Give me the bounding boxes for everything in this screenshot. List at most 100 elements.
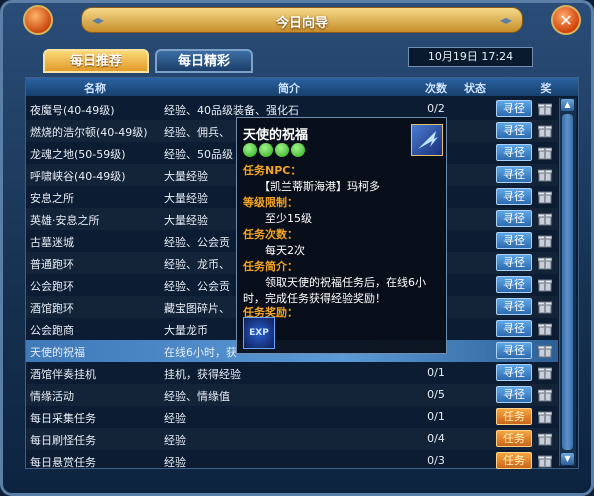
row-desc: 在线6小时，获 bbox=[164, 346, 237, 359]
row-count: 0/4 bbox=[427, 432, 445, 445]
row-desc: 大量经验 bbox=[164, 192, 208, 205]
reward-gift-icon[interactable] bbox=[538, 387, 552, 402]
row-name: 情缘活动 bbox=[30, 390, 74, 403]
reward-gift-icon[interactable] bbox=[538, 255, 552, 270]
row-desc: 经验、公会贡 bbox=[164, 280, 230, 293]
reward-gift-icon[interactable] bbox=[538, 277, 552, 292]
difficulty-stars bbox=[243, 143, 307, 160]
reward-gift-icon[interactable] bbox=[538, 123, 552, 138]
reward-gift-icon[interactable] bbox=[538, 233, 552, 248]
reward-gift-icon[interactable] bbox=[538, 211, 552, 226]
scroll-down-icon[interactable]: ▼ bbox=[561, 453, 574, 465]
row-count: 0/5 bbox=[427, 388, 445, 401]
level-value: 至少15级 bbox=[265, 212, 312, 225]
reward-gift-icon[interactable] bbox=[538, 453, 552, 468]
row-desc: 大量龙币 bbox=[164, 324, 208, 337]
close-button[interactable]: ✕ bbox=[551, 5, 581, 35]
quest-tooltip: 天使的祝福 任务NPC： 【凯兰蒂斯海港】玛柯多 等级限制： 至少15级 任务次… bbox=[236, 117, 447, 354]
reward-gift-icon[interactable] bbox=[538, 409, 552, 424]
row-name: 每日采集任务 bbox=[30, 412, 96, 425]
reward-gift-icon[interactable] bbox=[538, 145, 552, 160]
row-desc: 经验、公会贡 bbox=[164, 236, 230, 249]
row-name: 古墓迷城 bbox=[30, 236, 74, 249]
row-name: 公会跑商 bbox=[30, 324, 74, 337]
row-name: 夜魔号(40-49级) bbox=[30, 104, 115, 117]
times-label: 任务次数： bbox=[243, 228, 298, 241]
tooltip-title: 天使的祝福 bbox=[243, 128, 309, 143]
col-status: 状态 bbox=[464, 82, 486, 95]
row-name: 普通跑环 bbox=[30, 258, 74, 271]
level-label: 等级限制： bbox=[243, 196, 298, 209]
row-name: 每日刷怪任务 bbox=[30, 434, 96, 447]
task-button[interactable]: 任务 bbox=[496, 430, 532, 447]
row-name: 公会跑环 bbox=[30, 280, 74, 293]
reward-gift-icon[interactable] bbox=[538, 365, 552, 380]
row-count: 0/1 bbox=[427, 410, 445, 423]
col-reward: 奖 bbox=[540, 82, 552, 95]
pathfind-button[interactable]: 寻径 bbox=[496, 254, 532, 271]
reward-gift-icon[interactable] bbox=[538, 189, 552, 204]
pathfind-button[interactable]: 寻径 bbox=[496, 122, 532, 139]
row-name: 每日悬赏任务 bbox=[30, 456, 96, 469]
menu-orb-button[interactable] bbox=[23, 5, 53, 35]
table-row[interactable]: 每日刷怪任务 经验 0/4 任务 bbox=[26, 428, 558, 450]
pathfind-button[interactable]: 寻径 bbox=[496, 232, 532, 249]
tab-daily-highlights[interactable]: 每日精彩 bbox=[155, 49, 253, 73]
table-row[interactable]: 酒馆伴奏挂机 挂机，获得经验 0/1 寻径 bbox=[26, 362, 558, 384]
reward-gift-icon[interactable] bbox=[538, 343, 552, 358]
reward-gift-icon[interactable] bbox=[538, 299, 552, 314]
pathfind-button[interactable]: 寻径 bbox=[496, 386, 532, 403]
guide-window: ✕ ◂▸ 今日向导 ◂▸ 每日推荐 每日精彩 10月19日 17:24 名称 简… bbox=[0, 0, 594, 496]
row-name: 英雄·安息之所 bbox=[30, 214, 100, 227]
npc-value: 【凯兰蒂斯海港】玛柯多 bbox=[259, 180, 380, 193]
table-row[interactable]: 每日采集任务 经验 0/1 任务 bbox=[26, 406, 558, 428]
task-button[interactable]: 任务 bbox=[496, 408, 532, 425]
pathfind-button[interactable]: 寻径 bbox=[496, 320, 532, 337]
datetime-display: 10月19日 17:24 bbox=[408, 47, 533, 67]
row-name: 安息之所 bbox=[30, 192, 74, 205]
row-name: 龙魂之地(50-59级) bbox=[30, 148, 126, 161]
right-arrow-icon: ◂▸ bbox=[499, 13, 512, 27]
pathfind-button[interactable]: 寻径 bbox=[496, 166, 532, 183]
reward-gift-icon[interactable] bbox=[538, 101, 552, 116]
row-desc: 经验 bbox=[164, 456, 186, 469]
row-desc: 大量经验 bbox=[164, 214, 208, 227]
pathfind-button[interactable]: 寻径 bbox=[496, 210, 532, 227]
row-desc: 经验、情缘值 bbox=[164, 390, 230, 403]
table-header: 名称 简介 次数 状态 奖 bbox=[26, 78, 578, 96]
task-button[interactable]: 任务 bbox=[496, 452, 532, 469]
intro-label: 任务简介： bbox=[243, 260, 298, 273]
row-count: 0/1 bbox=[427, 366, 445, 379]
reward-gift-icon[interactable] bbox=[538, 321, 552, 336]
exp-reward-icon: EXP bbox=[243, 317, 275, 349]
pathfind-button[interactable]: 寻径 bbox=[496, 100, 532, 117]
tab-daily-recommend[interactable]: 每日推荐 bbox=[43, 49, 149, 73]
star-icon bbox=[275, 143, 289, 157]
row-desc: 经验 bbox=[164, 412, 186, 425]
pathfind-button[interactable]: 寻径 bbox=[496, 144, 532, 161]
close-icon: ✕ bbox=[559, 11, 573, 30]
reward-gift-icon[interactable] bbox=[538, 431, 552, 446]
row-count: 0/2 bbox=[427, 102, 445, 115]
scrollbar[interactable]: ▲ ▼ bbox=[559, 98, 576, 466]
reward-gift-icon[interactable] bbox=[538, 167, 552, 182]
row-desc: 经验 bbox=[164, 434, 186, 447]
pathfind-button[interactable]: 寻径 bbox=[496, 364, 532, 381]
row-name: 酒馆跑环 bbox=[30, 302, 74, 315]
pathfind-button[interactable]: 寻径 bbox=[496, 342, 532, 359]
row-desc: 大量经验 bbox=[164, 170, 208, 183]
intro-line1: 领取天使的祝福任务后，在线6小 bbox=[265, 276, 426, 289]
row-desc: 挂机，获得经验 bbox=[164, 368, 241, 381]
table-row[interactable]: 每日悬赏任务 经验 0/3 任务 bbox=[26, 450, 558, 472]
table-row[interactable]: 情缘活动 经验、情缘值 0/5 寻径 bbox=[26, 384, 558, 406]
scroll-up-icon[interactable]: ▲ bbox=[561, 99, 574, 111]
title-bar: ◂▸ 今日向导 ◂▸ bbox=[81, 7, 523, 33]
pathfind-button[interactable]: 寻径 bbox=[496, 276, 532, 293]
pathfind-button[interactable]: 寻径 bbox=[496, 298, 532, 315]
row-desc: 藏宝图碎片、 bbox=[164, 302, 230, 315]
scroll-thumb[interactable] bbox=[562, 114, 573, 450]
col-count: 次数 bbox=[425, 82, 447, 95]
row-desc: 经验、龙币、 bbox=[164, 258, 230, 271]
pathfind-button[interactable]: 寻径 bbox=[496, 188, 532, 205]
row-name: 燃烧的浩尔顿(40-49级) bbox=[30, 126, 148, 139]
